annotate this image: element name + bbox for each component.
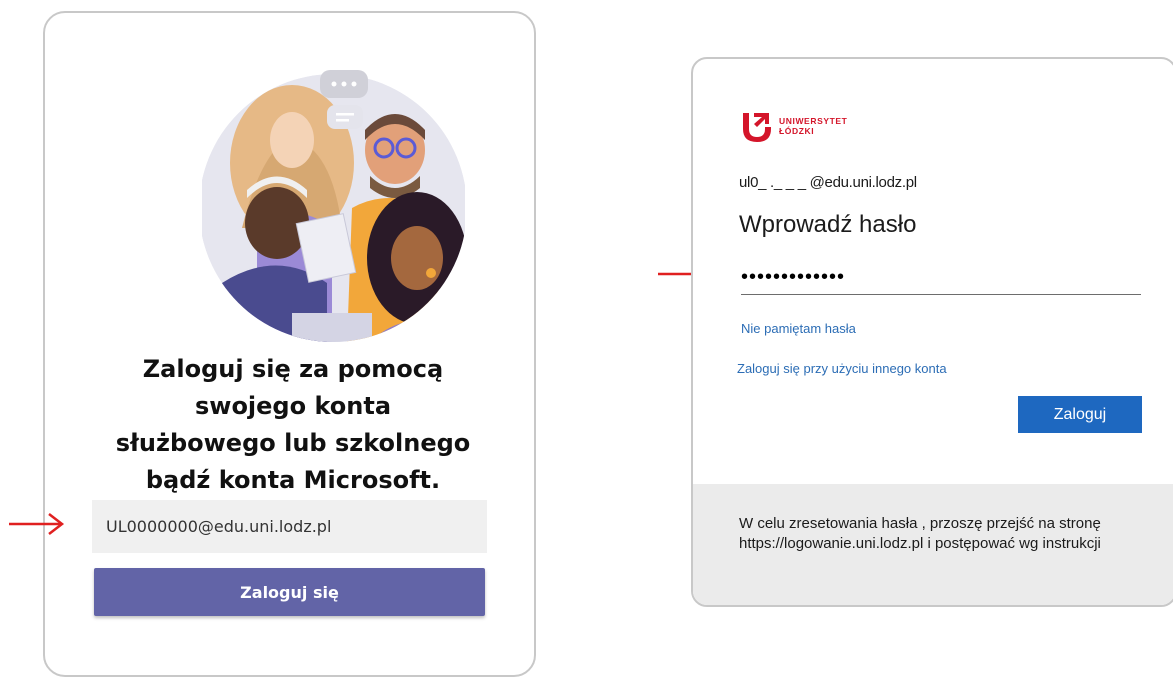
- signin-headline: Zaloguj się za pomocą swojego konta służ…: [105, 351, 481, 499]
- email-input[interactable]: UL0000000@edu.uni.lodz.pl: [92, 500, 487, 553]
- headline-line: służbowego lub szkolnego: [115, 429, 471, 457]
- reset-info-panel: W celu zresetowania hasła , przoszę prze…: [693, 484, 1173, 605]
- headline-line: bądź konta Microsoft.: [145, 466, 441, 494]
- reset-info-text: W celu zresetowania hasła , przoszę prze…: [739, 515, 1101, 552]
- university-logo-icon: [743, 113, 771, 142]
- forgot-password-link[interactable]: Nie pamiętam hasła: [741, 321, 856, 336]
- page-title: Wprowadź hasło: [739, 211, 917, 238]
- brand-line: ŁÓDZKI: [779, 126, 815, 136]
- password-input[interactable]: •••••••••••••: [741, 263, 1141, 295]
- other-account-link[interactable]: Zaloguj się przy użyciu innego konta: [737, 361, 947, 376]
- signin-button[interactable]: Zaloguj: [1018, 396, 1142, 433]
- people-chat-illustration: [202, 70, 465, 342]
- teams-signin-button[interactable]: Zaloguj się: [94, 568, 485, 616]
- account-email: ul0_ ._ _ _ @edu.uni.lodz.pl: [739, 174, 917, 191]
- password-card: UNIWERSYTET ŁÓDZKI ul0_ ._ _ _ @edu.uni.…: [691, 57, 1173, 607]
- headline-line: Zaloguj się za pomocą: [142, 355, 444, 383]
- headline-line: swojego konta: [194, 392, 392, 420]
- arrow-right-icon: [9, 513, 65, 535]
- university-name: UNIWERSYTET ŁÓDZKI: [779, 116, 847, 136]
- brand-line: UNIWERSYTET: [779, 116, 848, 126]
